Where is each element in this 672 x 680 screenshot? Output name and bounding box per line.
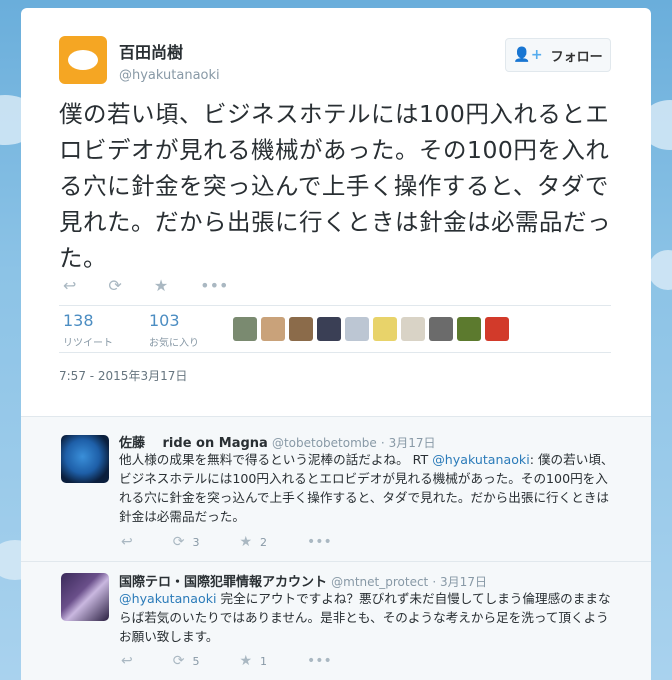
follow-button[interactable]: 👤+ フォロー [505,38,611,72]
avatar[interactable] [289,317,313,341]
egg-icon [68,50,98,70]
author-handle[interactable]: @hyakutanaoki [119,68,220,83]
reply-text: @hyakutanaoki 完全にアウトですよね？悪びれず未だ自慢してしまう倫理… [119,591,611,644]
tweet-timestamp[interactable]: 7:57 - 2015年3月17日 [59,367,187,384]
avatar[interactable] [317,317,341,341]
star-icon[interactable]: ★ [154,276,168,295]
avatar[interactable] [485,317,509,341]
author-name[interactable]: 百田尚樹 [119,39,220,63]
star-icon[interactable]: ★ 2 [239,534,267,550]
reply-text: 他人様の成果を無料で得るという泥棒の話だよね。 RT @hyakutanaoki… [119,452,614,524]
divider [59,305,611,306]
replies-section: 佐藤 ride on Magna @tobetobetombe · 3月17日 … [21,416,651,680]
retweet-count: 138 [63,311,94,330]
tweet-card: 百田尚樹 @hyakutanaoki 👤+ フォロー 僕の若い頃、ビジネスホテル… [21,8,651,680]
reply-author-name[interactable]: 佐藤 ride on Magna [119,436,268,451]
reply-date[interactable]: 3月17日 [440,575,487,589]
retweet-icon[interactable]: ⟳ 5 [173,653,200,669]
avatar[interactable] [261,317,285,341]
avatar[interactable] [233,317,257,341]
more-icon[interactable]: ••• [307,653,332,669]
avatar[interactable] [401,317,425,341]
favorite-count: 103 [149,311,180,330]
retweet-stat[interactable]: 138 リツイート [63,311,113,349]
favorite-stat[interactable]: 103 お気に入り [149,311,199,349]
avatar[interactable] [457,317,481,341]
favorite-count: 2 [260,536,268,549]
follow-button-label: フォロー [550,49,603,65]
mention-link[interactable]: @hyakutanaoki [432,452,530,467]
author-avatar[interactable] [59,36,107,84]
divider [21,561,651,562]
retweet-icon[interactable]: ⟳ [108,276,121,295]
reply-author-name[interactable]: 国際テロ・国際犯罪情報アカウント [119,575,327,590]
avatar[interactable] [373,317,397,341]
avatar[interactable] [61,573,109,621]
avatar[interactable] [345,317,369,341]
reply-author-handle[interactable]: @tobetobetombe [272,436,377,450]
more-icon[interactable]: ••• [307,534,332,550]
add-user-icon: 👤+ [513,47,543,63]
star-icon[interactable]: ★ 1 [239,653,267,669]
reply-author-handle[interactable]: @mtnet_protect [331,575,428,589]
reply-date[interactable]: 3月17日 [389,436,436,450]
favorite-count: 1 [260,655,268,668]
reply-icon[interactable]: ↩ [63,276,76,295]
retweet-count: 3 [192,536,200,549]
retweet-icon[interactable]: ⟳ 3 [173,534,200,550]
favorite-label: お気に入り [149,338,199,349]
favoriter-avatars [233,317,509,341]
reply-icon[interactable]: ↩ [121,653,133,669]
avatar[interactable] [61,435,109,483]
divider [59,352,611,353]
more-icon[interactable]: ••• [200,276,228,295]
tweet-text: 僕の若い頃、ビジネスホテルには100円入れるとエロビデオが見れる機械があった。そ… [59,100,611,272]
avatar[interactable] [429,317,453,341]
mention-link[interactable]: @hyakutanaoki [119,591,217,606]
retweet-count: 5 [192,655,200,668]
reply-icon[interactable]: ↩ [121,534,133,550]
retweet-label: リツイート [63,338,113,349]
